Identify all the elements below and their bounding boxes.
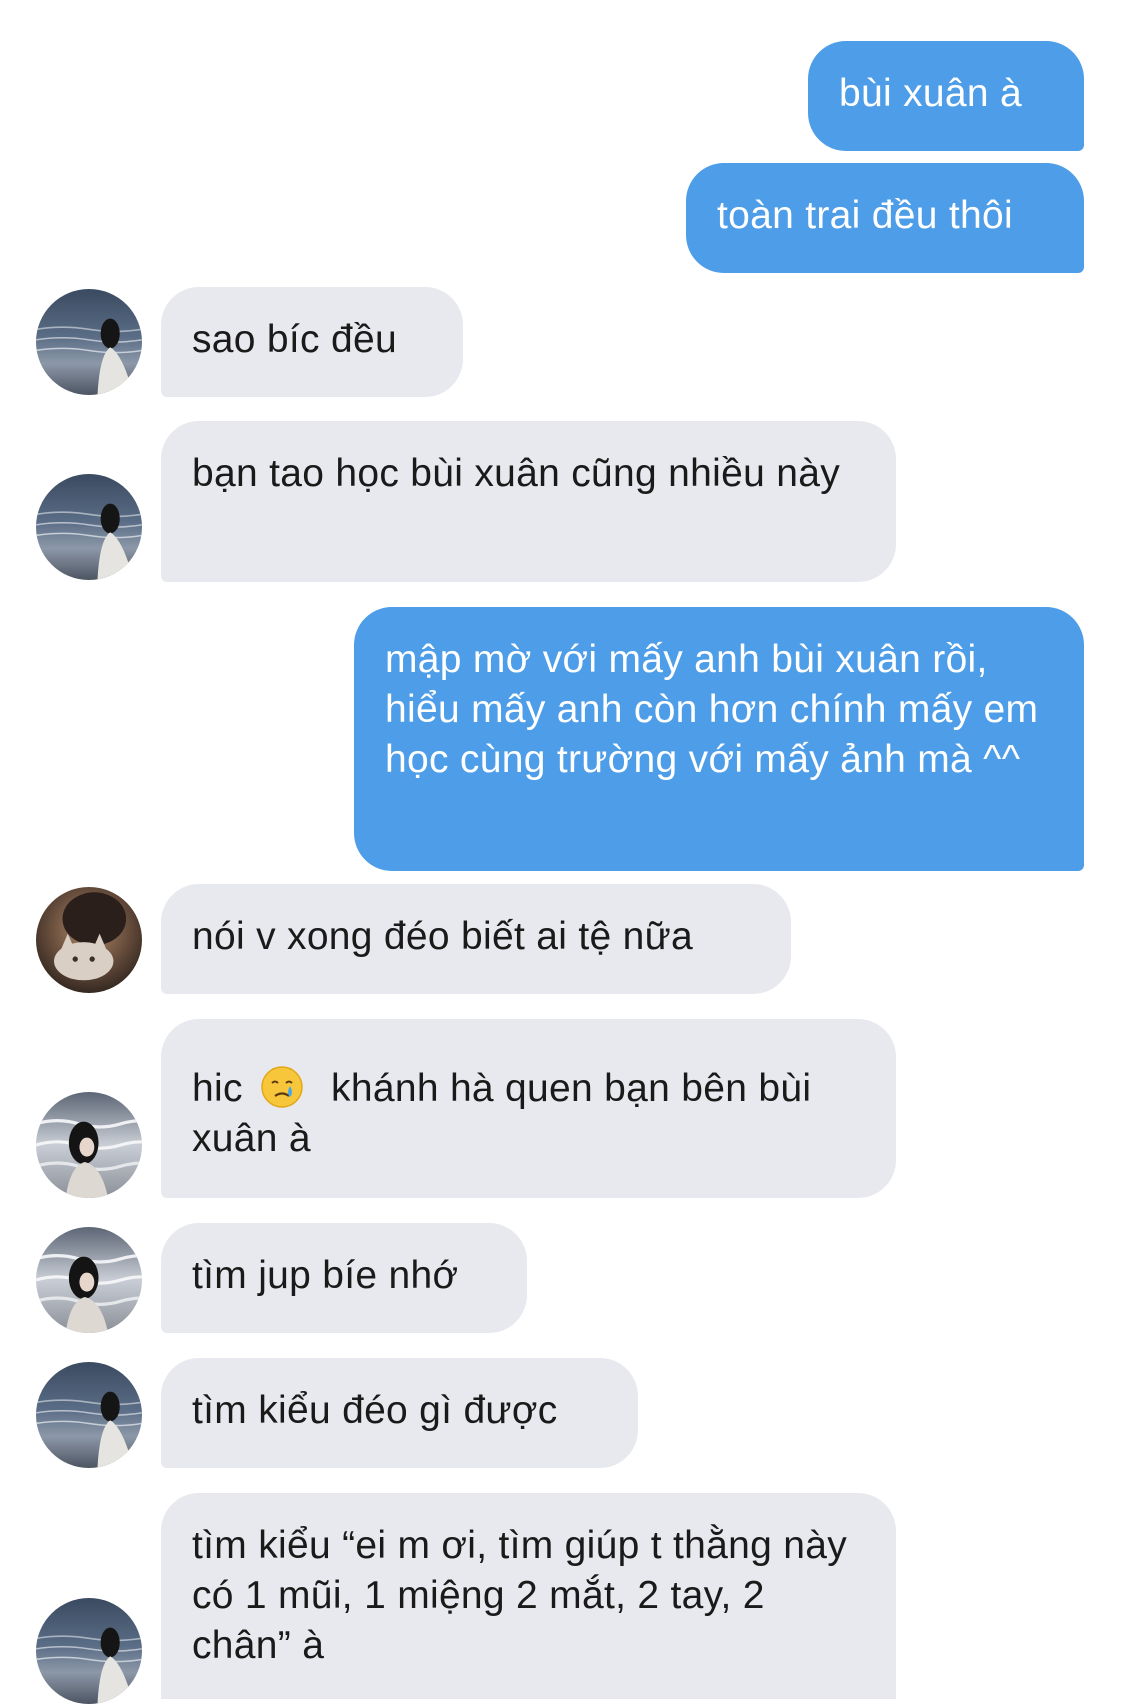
message-text: toàn trai đều thôi (717, 194, 1013, 237)
message-bubble-incoming[interactable]: tìm kiểu “ei m ơi, tìm giúp t thằng này … (161, 1493, 896, 1699)
cat-girl-avatar[interactable] (36, 887, 142, 993)
sea-girl-avatar[interactable] (36, 474, 142, 580)
message-bubble-incoming[interactable]: sao bíc đều (161, 287, 463, 397)
message-bubble-incoming[interactable]: tìm jup bíe nhớ (161, 1223, 527, 1333)
message-text: bạn tao học bùi xuân cũng nhiều này (192, 452, 841, 495)
sea-girl-avatar[interactable] (36, 1362, 142, 1468)
waves-girl-avatar[interactable] (36, 1092, 142, 1198)
message-text: tìm jup bíe nhớ (192, 1254, 459, 1297)
message-text: tìm kiểu “ei m ơi, tìm giúp t thằng này … (192, 1524, 848, 1667)
message-text-before-emoji: hic (192, 1067, 243, 1110)
message-bubble-incoming[interactable]: tìm kiểu đéo gì được (161, 1358, 638, 1468)
message-bubble-outgoing[interactable]: mập mờ với mấy anh bùi xuân rồi, hiểu mấ… (354, 607, 1084, 871)
waves-girl-avatar[interactable] (36, 1227, 142, 1333)
sea-girl-avatar[interactable] (36, 1598, 142, 1704)
message-bubble-incoming[interactable]: bạn tao học bùi xuân cũng nhiều này (161, 421, 896, 582)
message-bubble-outgoing[interactable]: bùi xuân à (808, 41, 1084, 151)
message-text: sao bíc đều (192, 318, 397, 361)
message-bubble-outgoing[interactable]: toàn trai đều thôi (686, 163, 1084, 273)
crying-face-emoji-icon (260, 1065, 304, 1109)
sea-girl-avatar[interactable] (36, 289, 142, 395)
message-text: tìm kiểu đéo gì được (192, 1389, 558, 1432)
message-text: bùi xuân à (839, 72, 1022, 115)
message-bubble-incoming[interactable]: hic khánh hà quen bạn bên bùi xuân à (161, 1019, 896, 1198)
message-bubble-incoming[interactable]: nói v xong đéo biết ai tệ nữa (161, 884, 791, 994)
message-text: mập mờ với mấy anh bùi xuân rồi, hiểu mấ… (385, 638, 1039, 781)
message-text: nói v xong đéo biết ai tệ nữa (192, 915, 693, 958)
